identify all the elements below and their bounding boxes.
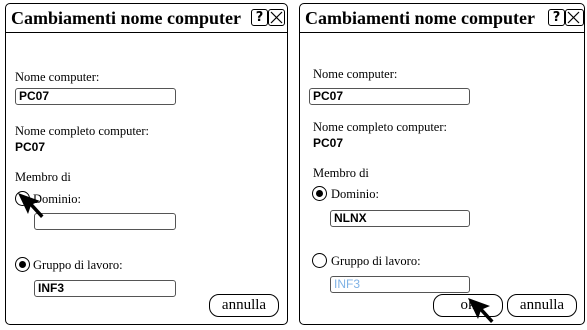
member-of-label: Membro di xyxy=(313,166,369,180)
radio-selected-dot xyxy=(316,190,323,197)
help-button[interactable]: ? xyxy=(548,9,565,26)
domain-label: Dominio: xyxy=(331,187,379,201)
title-bar: Cambiamenti nome computer ? xyxy=(300,4,584,33)
workgroup-radio[interactable] xyxy=(15,257,30,272)
mouse-pointer-icon xyxy=(468,298,494,323)
workgroup-radio[interactable] xyxy=(312,253,327,268)
computer-name-label: Nome computer: xyxy=(15,70,100,84)
close-x-icon xyxy=(270,11,283,24)
full-name-value: PC07 xyxy=(15,140,46,154)
member-of-label: Membro di xyxy=(15,170,71,184)
workgroup-value: INF3 xyxy=(334,277,361,291)
dialog-title: Cambiamenti nome computer xyxy=(11,8,241,28)
computer-name-value: PC07 xyxy=(19,89,50,103)
mouse-pointer-icon xyxy=(18,193,44,218)
question-mark-icon: ? xyxy=(552,10,561,25)
workgroup-label: Gruppo di lavoro: xyxy=(33,258,123,272)
cancel-button[interactable]: annulla xyxy=(507,294,577,317)
computer-name-input[interactable]: PC07 xyxy=(15,88,176,105)
full-name-label: Nome completo computer: xyxy=(15,124,149,138)
computer-name-value: PC07 xyxy=(313,89,344,103)
domain-input[interactable]: NLNX xyxy=(330,210,470,227)
radio-selected-dot xyxy=(19,261,26,268)
dialog-computer-name-changes-2: Cambiamenti nome computer ? Nome compute… xyxy=(299,3,585,325)
full-name-label: Nome completo computer: xyxy=(313,120,447,134)
computer-name-label: Nome computer: xyxy=(313,67,398,81)
close-button[interactable] xyxy=(268,9,285,26)
help-button[interactable]: ? xyxy=(251,9,268,26)
workgroup-value: INF3 xyxy=(38,281,65,295)
title-bar: Cambiamenti nome computer ? xyxy=(6,4,287,33)
question-mark-icon: ? xyxy=(255,10,264,25)
close-button[interactable] xyxy=(565,9,584,26)
workgroup-input[interactable]: INF3 xyxy=(34,280,176,297)
dialog-title: Cambiamenti nome computer xyxy=(305,8,535,28)
workgroup-input[interactable]: INF3 xyxy=(330,276,470,293)
full-name-value: PC07 xyxy=(313,136,344,150)
domain-input[interactable] xyxy=(34,213,176,230)
dialog-computer-name-changes: Cambiamenti nome computer ? Nome compute… xyxy=(5,3,288,325)
domain-value: NLNX xyxy=(334,211,367,225)
workgroup-label: Gruppo di lavoro: xyxy=(331,254,421,268)
domain-radio[interactable] xyxy=(312,186,327,201)
close-x-icon xyxy=(567,11,580,24)
cancel-button[interactable]: annulla xyxy=(209,294,279,317)
computer-name-input[interactable]: PC07 xyxy=(309,88,470,105)
